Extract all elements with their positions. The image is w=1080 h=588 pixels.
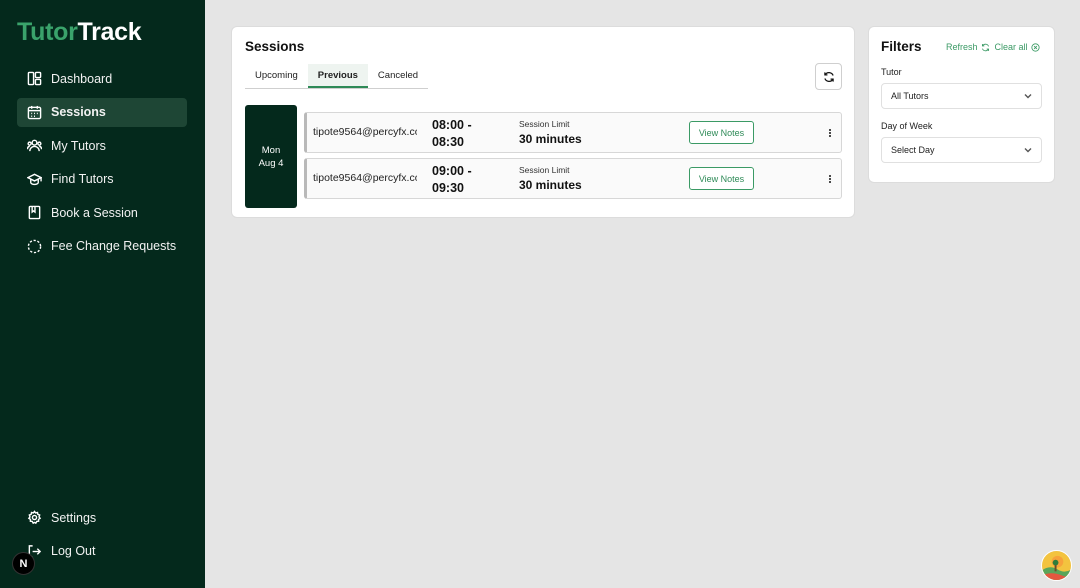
tutor-select-value: All Tutors [891, 91, 929, 101]
session-email: tipote9564@percyfx.com [313, 126, 417, 138]
session-limit-label: Session Limit [519, 165, 570, 175]
page-title: Sessions [245, 39, 305, 54]
calendar-icon [26, 104, 42, 120]
session-date: Mon Aug 4 [245, 105, 297, 208]
session-time: 09:00 - 09:30 [432, 163, 472, 197]
book-icon [26, 205, 42, 221]
view-notes-button[interactable]: View Notes [689, 167, 754, 190]
sidebar-item-settings[interactable]: Settings [17, 503, 187, 532]
filters-panel: Filters Refresh Clear all Tutor All Tuto… [868, 26, 1055, 183]
sidebar-item-dashboard[interactable]: Dashboard [17, 64, 187, 93]
session-row: tipote9564@percyfx.com 08:00 - 08:30 Ses… [304, 112, 842, 153]
tutor-filter-label: Tutor [881, 67, 902, 77]
sidebar-item-label: Sessions [51, 105, 106, 119]
filters-actions: Refresh Clear all [946, 42, 1045, 52]
filters-title: Filters [881, 39, 922, 54]
day-filter-label: Day of Week [881, 121, 933, 131]
session-time-start: 08:00 - [432, 118, 472, 132]
tab-canceled[interactable]: Canceled [368, 64, 428, 88]
session-time-start: 09:00 - [432, 164, 472, 178]
sidebar-item-book-session[interactable]: Book a Session [17, 198, 187, 227]
sidebar-item-label: Book a Session [51, 205, 138, 220]
logo-text-part1: Tutor [17, 18, 78, 46]
view-notes-button[interactable]: View Notes [689, 121, 754, 144]
day-select[interactable]: Select Day [881, 137, 1042, 163]
sidebar-item-sessions[interactable]: Sessions [17, 97, 187, 127]
sidebar-item-find-tutors[interactable]: Find Tutors [17, 165, 187, 194]
sessions-panel: Sessions Upcoming Previous Canceled Mon … [231, 26, 855, 218]
chevron-down-icon [1024, 146, 1032, 154]
sidebar-item-label: My Tutors [51, 138, 106, 153]
sidebar-item-my-tutors[interactable]: My Tutors [17, 131, 187, 160]
session-limit-value: 30 minutes [519, 178, 582, 192]
avatar[interactable] [1041, 550, 1072, 581]
more-options-icon[interactable] [825, 126, 835, 140]
dashed-circle-icon [26, 238, 42, 254]
sidebar-item-fee-change-requests[interactable]: Fee Change Requests [17, 232, 187, 261]
filters-refresh-label: Refresh [946, 42, 978, 52]
users-icon [26, 138, 42, 154]
sidebar-bottom-nav: Settings Log Out [17, 503, 187, 570]
logo-text-part2: Track [77, 18, 142, 46]
more-options-icon[interactable] [825, 172, 835, 186]
sidebar-item-logout[interactable]: Log Out [17, 537, 187, 566]
sidebar-item-label: Dashboard [51, 71, 113, 86]
sidebar-item-label: Settings [51, 510, 97, 525]
session-email: tipote9564@percyfx.com [313, 172, 417, 184]
session-limit-value: 30 minutes [519, 132, 582, 146]
dashboard-icon [26, 71, 42, 87]
session-row: tipote9564@percyfx.com 09:00 - 09:30 Ses… [304, 158, 842, 199]
session-day: Aug 4 [258, 157, 284, 169]
sidebar-item-label: Fee Change Requests [51, 239, 177, 253]
session-limit-label: Session Limit [519, 119, 570, 129]
day-select-value: Select Day [891, 145, 935, 155]
app-logo[interactable]: TutorTrack [17, 18, 142, 47]
session-time-end: 08:30 [432, 135, 464, 149]
tab-previous[interactable]: Previous [307, 64, 368, 88]
session-weekday: Mon [261, 144, 281, 156]
tab-upcoming[interactable]: Upcoming [245, 64, 308, 88]
refresh-icon [823, 71, 835, 83]
sidebar-item-label: Find Tutors [51, 172, 114, 186]
refresh-button[interactable] [815, 63, 842, 90]
refresh-icon [978, 43, 990, 52]
dev-badge[interactable]: N [12, 552, 35, 575]
session-tabs: Upcoming Previous Canceled [245, 64, 429, 89]
graduation-cap-icon [26, 171, 42, 187]
gear-icon [26, 510, 42, 526]
chevron-down-icon [1024, 92, 1032, 100]
filters-refresh-button[interactable]: Refresh [946, 42, 990, 52]
sidebar-item-label: Log Out [51, 544, 96, 558]
clear-all-label: Clear all [994, 42, 1028, 52]
session-time: 08:00 - 08:30 [432, 117, 472, 151]
tutor-select[interactable]: All Tutors [881, 83, 1042, 109]
clear-all-button[interactable]: Clear all [995, 42, 1040, 52]
sidebar-nav: Dashboard Sessions My Tutors Find Tutors… [17, 64, 187, 265]
sidebar: TutorTrack Dashboard Sessions My Tutors … [0, 0, 205, 588]
session-time-end: 09:30 [432, 181, 464, 195]
close-circle-icon [1028, 42, 1040, 52]
